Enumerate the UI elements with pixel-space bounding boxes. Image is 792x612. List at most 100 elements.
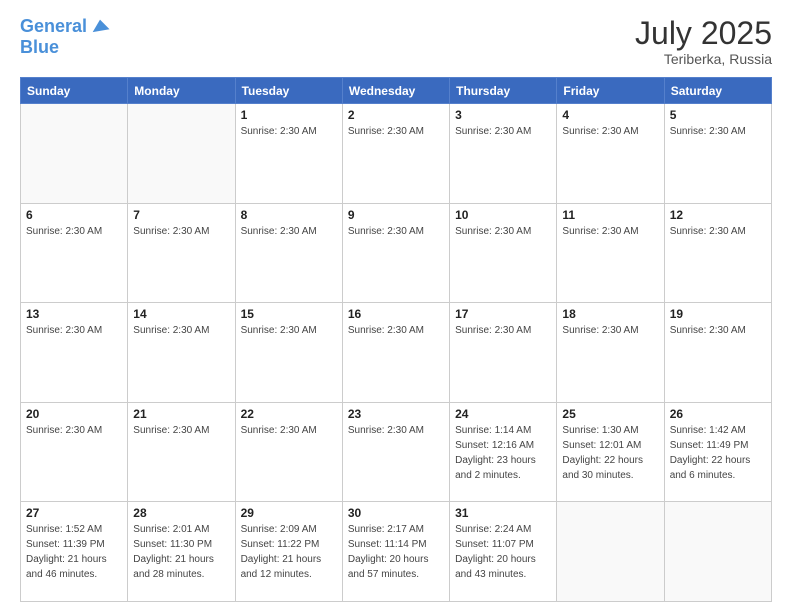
day-info: Sunrise: 2:30 AM xyxy=(562,323,658,338)
day-info: Daylight: 21 hours and 46 minutes. xyxy=(26,552,122,582)
day-info: Daylight: 20 hours and 57 minutes. xyxy=(348,552,444,582)
day-number: 15 xyxy=(241,307,337,321)
calendar-day-cell: 18 Sunrise: 2:30 AM xyxy=(557,303,664,403)
calendar-day-cell: 7 Sunrise: 2:30 AM xyxy=(128,203,235,303)
calendar-day-cell: 6 Sunrise: 2:30 AM xyxy=(21,203,128,303)
day-number: 13 xyxy=(26,307,122,321)
day-info: Sunrise: 2:30 AM xyxy=(455,224,551,239)
day-number: 18 xyxy=(562,307,658,321)
day-info: Sunrise: 2:30 AM xyxy=(133,224,229,239)
day-info: Daylight: 20 hours and 43 minutes. xyxy=(455,552,551,582)
day-number: 16 xyxy=(348,307,444,321)
day-info: Sunrise: 2:30 AM xyxy=(241,323,337,338)
calendar-day-cell: 21 Sunrise: 2:30 AM xyxy=(128,402,235,502)
day-info: Sunrise: 2:30 AM xyxy=(670,224,766,239)
day-number: 2 xyxy=(348,108,444,122)
day-info: Sunrise: 2:30 AM xyxy=(670,124,766,139)
day-info: Sunset: 11:14 PM xyxy=(348,537,444,552)
calendar-header-row: Sunday Monday Tuesday Wednesday Thursday… xyxy=(21,78,772,104)
calendar-day-cell xyxy=(128,104,235,204)
calendar-week-row: 1 Sunrise: 2:30 AM 2 Sunrise: 2:30 AM 3 Sunri… xyxy=(21,104,772,204)
calendar-day-cell: 31Sunrise: 2:24 AMSunset: 11:07 PMDaylig… xyxy=(450,502,557,602)
day-info: Sunrise: 2:17 AM xyxy=(348,522,444,537)
day-info: Sunrise: 2:30 AM xyxy=(670,323,766,338)
day-info: Sunrise: 2:30 AM xyxy=(562,124,658,139)
day-number: 1 xyxy=(241,108,337,122)
calendar-day-cell: 30 Sunrise: 2:17 AMSunset: 11:14 PMDaylig… xyxy=(342,502,449,602)
location: Teriberka, Russia xyxy=(635,51,772,67)
calendar-day-cell: 10Sunrise: 2:30 AM xyxy=(450,203,557,303)
day-info: Sunrise: 2:24 AM xyxy=(455,522,551,537)
calendar-week-row: 20Sunrise: 2:30 AM21Sunrise: 2:30 AM22Su… xyxy=(21,402,772,502)
day-info: Sunrise: 1:52 AM xyxy=(26,522,122,537)
day-number: 28 xyxy=(133,506,229,520)
day-info: Sunrise: 1:42 AM xyxy=(670,423,766,438)
day-number: 19 xyxy=(670,307,766,321)
day-info: Daylight: 23 hours and 2 minutes. xyxy=(455,453,551,483)
day-info: Sunrise: 2:30 AM xyxy=(26,323,122,338)
day-number: 17 xyxy=(455,307,551,321)
calendar-table: Sunday Monday Tuesday Wednesday Thursday… xyxy=(20,77,772,602)
day-number: 24 xyxy=(455,407,551,421)
calendar-day-cell: 4Sunrise: 2:30 AM xyxy=(557,104,664,204)
day-info: Sunrise: 2:30 AM xyxy=(455,124,551,139)
calendar-day-cell: 29Sunrise: 2:09 AMSunset: 11:22 PMDaylig… xyxy=(235,502,342,602)
calendar-day-cell: 24 Sunrise: 1:14 AMSunset: 12:16 AMDaylig… xyxy=(450,402,557,502)
day-info: Sunrise: 2:30 AM xyxy=(133,423,229,438)
calendar-day-cell: 1 Sunrise: 2:30 AM xyxy=(235,104,342,204)
logo-icon xyxy=(89,16,111,38)
day-info: Sunset: 12:16 AM xyxy=(455,438,551,453)
day-info: Sunrise: 2:30 AM xyxy=(455,323,551,338)
col-saturday: Saturday xyxy=(664,78,771,104)
day-number: 23 xyxy=(348,407,444,421)
day-info: Daylight: 21 hours and 12 minutes. xyxy=(241,552,337,582)
logo: General Blue xyxy=(20,16,111,58)
day-info: Daylight: 22 hours and 30 minutes. xyxy=(562,453,658,483)
col-thursday: Thursday xyxy=(450,78,557,104)
day-number: 7 xyxy=(133,208,229,222)
calendar-day-cell: 14Sunrise: 2:30 AM xyxy=(128,303,235,403)
calendar-day-cell: 8Sunrise: 2:30 AM xyxy=(235,203,342,303)
month-year: July 2025 xyxy=(635,16,772,51)
day-number: 27 xyxy=(26,506,122,520)
col-tuesday: Tuesday xyxy=(235,78,342,104)
day-number: 6 xyxy=(26,208,122,222)
calendar-day-cell: 11Sunrise: 2:30 AM xyxy=(557,203,664,303)
day-info: Sunrise: 1:14 AM xyxy=(455,423,551,438)
day-info: Sunset: 11:07 PM xyxy=(455,537,551,552)
day-info: Sunrise: 2:30 AM xyxy=(26,423,122,438)
logo-text: General xyxy=(20,17,87,37)
day-number: 3 xyxy=(455,108,551,122)
calendar-day-cell: 28Sunrise: 2:01 AMSunset: 11:30 PMDaylig… xyxy=(128,502,235,602)
calendar-day-cell: 13 Sunrise: 2:30 AM xyxy=(21,303,128,403)
day-number: 30 xyxy=(348,506,444,520)
day-info: Sunset: 11:22 PM xyxy=(241,537,337,552)
day-info: Sunrise: 2:01 AM xyxy=(133,522,229,537)
calendar-day-cell: 15 Sunrise: 2:30 AM xyxy=(235,303,342,403)
day-info: Sunrise: 2:30 AM xyxy=(241,224,337,239)
calendar-day-cell xyxy=(664,502,771,602)
col-wednesday: Wednesday xyxy=(342,78,449,104)
day-info: Sunrise: 2:30 AM xyxy=(241,124,337,139)
day-number: 21 xyxy=(133,407,229,421)
calendar-week-row: 27Sunrise: 1:52 AMSunset: 11:39 PMDaylig… xyxy=(21,502,772,602)
title-block: July 2025 Teriberka, Russia xyxy=(635,16,772,67)
calendar-day-cell: 22Sunrise: 2:30 AM xyxy=(235,402,342,502)
calendar-day-cell xyxy=(21,104,128,204)
day-number: 9 xyxy=(348,208,444,222)
calendar-day-cell: 23Sunrise: 2:30 AM xyxy=(342,402,449,502)
day-info: Sunrise: 2:30 AM xyxy=(562,224,658,239)
day-info: Sunset: 11:39 PM xyxy=(26,537,122,552)
day-info: Sunrise: 2:30 AM xyxy=(348,124,444,139)
calendar-week-row: 13 Sunrise: 2:30 AM 14Sunrise: 2:30 AM 15 Su… xyxy=(21,303,772,403)
day-info: Sunrise: 2:30 AM xyxy=(26,224,122,239)
day-info: Daylight: 21 hours and 28 minutes. xyxy=(133,552,229,582)
calendar-day-cell: 16 Sunrise: 2:30 AM xyxy=(342,303,449,403)
day-info: Sunrise: 2:30 AM xyxy=(348,323,444,338)
day-number: 22 xyxy=(241,407,337,421)
page: General Blue July 2025 Teriberka, Russia… xyxy=(0,0,792,612)
day-info: Daylight: 22 hours and 6 minutes. xyxy=(670,453,766,483)
day-info: Sunrise: 2:09 AM xyxy=(241,522,337,537)
day-number: 25 xyxy=(562,407,658,421)
day-info: Sunset: 12:01 AM xyxy=(562,438,658,453)
